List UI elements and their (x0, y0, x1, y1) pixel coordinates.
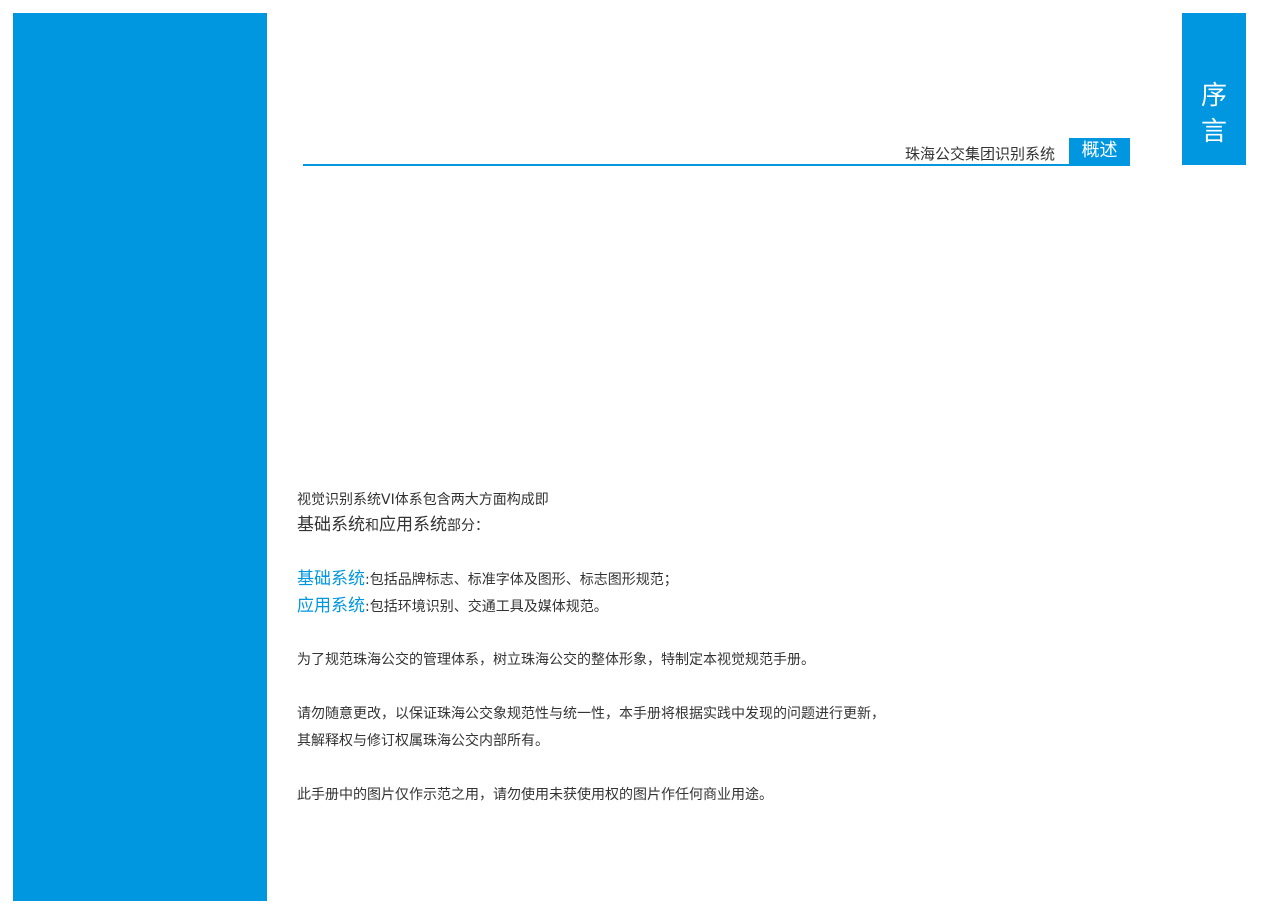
header-title: 珠海公交集团识别系统 (904, 145, 1055, 163)
system-desc-application: :包括环境识别、交通工具及媒体规范。 (365, 599, 608, 615)
side-color-panel (13, 13, 267, 901)
intro-suffix: 部分： (447, 518, 489, 534)
purpose-paragraph: 为了规范珠海公交的管理体系，树立珠海公交的整体形象，特制定本视觉规范手册。 (297, 652, 815, 668)
section-tab-char-1: 序 (1200, 81, 1227, 111)
intro-line-1: 视觉识别系统VI体系包含两大方面构成即 (297, 492, 549, 508)
intro-part-a: 基础系统 (297, 515, 365, 535)
system-name-basic: 基础系统 (297, 569, 365, 589)
intro-line-2: 基础系统和应用系统部分： (297, 515, 489, 536)
header-badge: 概述 (1069, 138, 1130, 164)
intro-connector: 和 (365, 518, 379, 534)
system-item-basic: 基础系统:包括品牌标志、标准字体及图形、标志图形规范； (297, 569, 678, 590)
system-item-application: 应用系统:包括环境识别、交通工具及媒体规范。 (297, 596, 608, 617)
system-name-application: 应用系统 (297, 596, 365, 616)
intro-part-b: 应用系统 (379, 515, 447, 535)
section-tab: 序 言 (1182, 13, 1246, 165)
section-tab-char-2: 言 (1200, 117, 1227, 147)
system-desc-basic: :包括品牌标志、标准字体及图形、标志图形规范； (365, 572, 678, 588)
notice-line-2: 其解释权与修订权属珠海公交内部所有。 (297, 733, 549, 749)
image-notice-paragraph: 此手册中的图片仅作示范之用，请勿使用未获使用权的图片作任何商业用途。 (297, 787, 773, 803)
header-divider (303, 164, 1130, 166)
notice-line-1: 请勿随意更改，以保证珠海公交象规范性与统一性，本手册将根据实践中发现的问题进行更… (297, 706, 885, 722)
page-header: 珠海公交集团识别系统 概述 (303, 138, 1130, 166)
